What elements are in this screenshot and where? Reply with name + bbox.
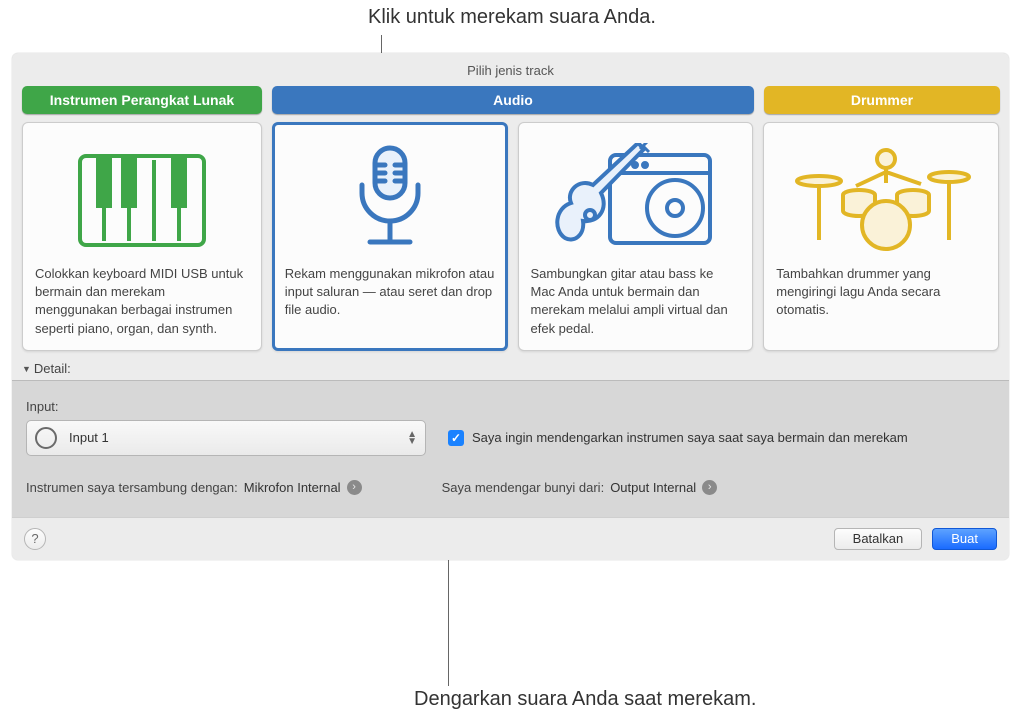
instrument-connection-label: Instrumen saya tersambung dengan: xyxy=(26,480,238,495)
input-label: Input: xyxy=(26,399,995,414)
tab-software-instrument[interactable]: Instrumen Perangkat Lunak xyxy=(22,86,262,114)
output-connection-label: Saya mendengar bunyi dari: xyxy=(442,480,605,495)
input-select[interactable]: Input 1 ▲▼ xyxy=(26,420,426,456)
card-audio-mic-desc: Rekam menggunakan mikrofon atau input sa… xyxy=(285,265,495,320)
dialog-title: Pilih jenis track xyxy=(12,53,1009,86)
instrument-connection-link[interactable]: Instrumen saya tersambung dengan: Mikrof… xyxy=(26,480,362,495)
card-drummer-desc: Tambahkan drummer yang mengiringi lagu A… xyxy=(776,265,986,320)
details-toggle[interactable]: Detail: xyxy=(12,361,1009,381)
create-button[interactable]: Buat xyxy=(932,528,997,550)
help-button[interactable]: ? xyxy=(24,528,46,550)
microphone-icon xyxy=(285,135,495,265)
dialog-footer: ? Batalkan Buat xyxy=(12,517,1009,560)
card-audio-mic[interactable]: Rekam menggunakan mikrofon atau input sa… xyxy=(272,122,508,351)
tabs-row: Instrumen Perangkat Lunak Audio Drummer xyxy=(12,86,1009,122)
output-connection-value: Output Internal xyxy=(610,480,696,495)
output-connection-link[interactable]: Saya mendengar bunyi dari: Output Intern… xyxy=(442,480,718,495)
drumkit-icon xyxy=(776,135,986,265)
input-channel-icon xyxy=(35,427,57,449)
card-audio-guitar-desc: Sambungkan gitar atau bass ke Mac Anda u… xyxy=(531,265,741,338)
details-body: Input: Input 1 ▲▼ ✓ Saya ingin mendengar… xyxy=(12,381,1009,517)
disclosure-triangle-icon xyxy=(22,361,34,376)
callout-top-text: Klik untuk merekam suara Anda. xyxy=(368,6,656,29)
card-audio-guitar[interactable]: Sambungkan gitar atau bass ke Mac Anda u… xyxy=(518,122,754,351)
instrument-connection-value: Mikrofon Internal xyxy=(244,480,341,495)
piano-keys-icon xyxy=(35,135,249,265)
monitor-checkbox[interactable]: ✓ xyxy=(448,430,464,446)
cancel-button[interactable]: Batalkan xyxy=(834,528,923,550)
details-label: Detail: xyxy=(34,361,71,376)
updown-arrows-icon: ▲▼ xyxy=(407,431,417,445)
chevron-right-icon: › xyxy=(347,480,362,495)
callout-bottom-text: Dengarkan suara Anda saat merekam. xyxy=(414,688,756,711)
tab-drummer[interactable]: Drummer xyxy=(764,86,1000,114)
card-software-desc: Colokkan keyboard MIDI USB untuk bermain… xyxy=(35,265,249,338)
input-select-value: Input 1 xyxy=(69,430,109,445)
tab-audio[interactable]: Audio xyxy=(272,86,754,114)
card-drummer[interactable]: Tambahkan drummer yang mengiringi lagu A… xyxy=(763,122,999,351)
guitar-amp-icon xyxy=(531,135,741,265)
card-software-instrument[interactable]: Colokkan keyboard MIDI USB untuk bermain… xyxy=(22,122,262,351)
cards-row: Colokkan keyboard MIDI USB untuk bermain… xyxy=(12,122,1009,361)
monitor-checkbox-label: Saya ingin mendengarkan instrumen saya s… xyxy=(472,430,908,445)
chevron-right-icon: › xyxy=(702,480,717,495)
track-type-dialog: Pilih jenis track Instrumen Perangkat Lu… xyxy=(12,53,1009,560)
